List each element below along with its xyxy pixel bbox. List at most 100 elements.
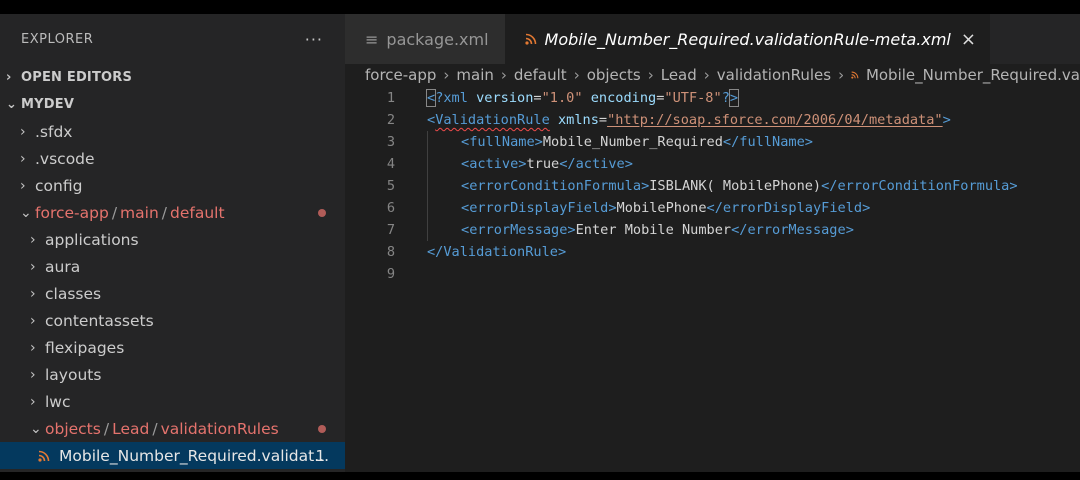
vscode-window: EXPLORER ··· › OPEN EDITORS ⌄ MYDEV › .s… bbox=[0, 14, 1080, 472]
code-line: 9 bbox=[345, 263, 1080, 285]
chevron-right-icon: › bbox=[838, 66, 845, 84]
breadcrumb-item[interactable]: main bbox=[456, 66, 493, 84]
path-part: Lead bbox=[112, 419, 150, 438]
tree-item-label: lwc bbox=[45, 392, 71, 411]
chevron-right-icon: › bbox=[703, 66, 710, 84]
path-part: validationRules bbox=[160, 419, 279, 438]
chevron-right-icon: › bbox=[443, 66, 450, 84]
code-line: 3 <fullName>Mobile_Number_Required</full… bbox=[345, 131, 1080, 153]
tree-item-config[interactable]: › config bbox=[0, 172, 345, 199]
code-line: 1 <?xml version="1.0" encoding="UTF-8"?> bbox=[345, 87, 1080, 109]
tree-item-force-app[interactable]: ⌄ force-app / main / default bbox=[0, 199, 345, 226]
line-number: 4 bbox=[386, 156, 395, 172]
chevron-down-icon: ⌄ bbox=[20, 204, 32, 221]
path-part: objects bbox=[45, 419, 101, 438]
rss-icon bbox=[524, 33, 536, 45]
close-icon[interactable]: × bbox=[961, 29, 976, 50]
tree-item-label: aura bbox=[45, 257, 81, 276]
chevron-right-icon: › bbox=[20, 150, 26, 167]
code-line: 8 </ValidationRule> bbox=[345, 241, 1080, 263]
path-part: default bbox=[170, 203, 225, 222]
path-part: main bbox=[120, 203, 159, 222]
chevron-right-icon: › bbox=[6, 70, 12, 85]
tree-item-label: applications bbox=[45, 230, 139, 249]
line-number: 6 bbox=[386, 200, 395, 216]
tree-item-contentassets[interactable]: › contentassets bbox=[0, 307, 345, 334]
section-label: MYDEV bbox=[21, 97, 75, 112]
lines-icon: ≡ bbox=[365, 29, 379, 49]
chevron-right-icon: › bbox=[500, 66, 507, 84]
tree-item-label: classes bbox=[45, 284, 102, 303]
line-number: 3 bbox=[386, 134, 395, 150]
chevron-right-icon: › bbox=[20, 123, 26, 140]
chevron-right-icon: › bbox=[30, 339, 36, 356]
breadcrumb-item[interactable]: force-app bbox=[365, 66, 436, 84]
tree-item-label: layouts bbox=[45, 365, 102, 384]
tree-item-label: .vscode bbox=[35, 149, 95, 168]
tab-label: Mobile_Number_Required.validationRule-me… bbox=[544, 29, 951, 49]
section-label: OPEN EDITORS bbox=[21, 70, 133, 85]
tree-item-label: .sfdx bbox=[35, 122, 73, 141]
breadcrumb-item[interactable]: Mobile_Number_Required.va bbox=[866, 66, 1080, 84]
error-squiggle: ValidationRule bbox=[435, 112, 550, 128]
chevron-right-icon: › bbox=[30, 231, 36, 248]
section-workspace[interactable]: ⌄ MYDEV bbox=[0, 91, 345, 118]
breadcrumb-item[interactable]: objects bbox=[587, 66, 641, 84]
tree-item-layouts[interactable]: › layouts bbox=[0, 361, 345, 388]
breadcrumb-item[interactable]: default bbox=[514, 66, 567, 84]
rss-icon bbox=[38, 450, 50, 462]
more-actions-icon[interactable]: ··· bbox=[305, 30, 323, 49]
tree-item-applications[interactable]: › applications bbox=[0, 226, 345, 253]
tree-item-label: flexipages bbox=[45, 338, 125, 357]
code-line: 2 <ValidationRule xmlns="http://soap.sfo… bbox=[345, 109, 1080, 131]
tree-item-lwc[interactable]: › lwc bbox=[0, 388, 345, 415]
breadcrumb-item[interactable]: Lead bbox=[661, 66, 697, 84]
tree-item-classes[interactable]: › classes bbox=[0, 280, 345, 307]
tab-label: package.xml bbox=[386, 29, 489, 49]
tree-item-flexipages[interactable]: › flexipages bbox=[0, 334, 345, 361]
explorer-header: EXPLORER ··· bbox=[0, 14, 345, 64]
explorer-sidebar: EXPLORER ··· › OPEN EDITORS ⌄ MYDEV › .s… bbox=[0, 14, 345, 472]
line-number: 9 bbox=[386, 266, 395, 282]
problem-count-badge: 1 bbox=[315, 446, 325, 465]
chevron-right-icon: › bbox=[20, 177, 26, 194]
modified-dot bbox=[318, 209, 326, 217]
tree-item-label: Mobile_Number_Required.validat... bbox=[59, 446, 330, 465]
tree-item-vscode[interactable]: › .vscode bbox=[0, 145, 345, 172]
code-line: 4 <active>true</active> bbox=[345, 153, 1080, 175]
code-editor[interactable]: 1 <?xml version="1.0" encoding="UTF-8"?>… bbox=[345, 87, 1080, 285]
editor-area: ≡ package.xml Mobile_Number_Required.val… bbox=[345, 14, 1080, 472]
line-number: 2 bbox=[386, 112, 395, 128]
explorer-title: EXPLORER bbox=[21, 31, 94, 47]
tab-validation-rule[interactable]: Mobile_Number_Required.validationRule-me… bbox=[504, 14, 990, 64]
chevron-right-icon: › bbox=[30, 285, 36, 302]
chevron-right-icon: › bbox=[573, 66, 580, 84]
line-number: 1 bbox=[386, 90, 395, 106]
line-number: 5 bbox=[386, 178, 395, 194]
breadcrumb: force-app › main › default › objects › Lead ›… bbox=[345, 64, 1080, 86]
line-number: 8 bbox=[386, 244, 395, 260]
rss-icon bbox=[851, 71, 859, 79]
tree-item-label: contentassets bbox=[45, 311, 154, 330]
modified-dot bbox=[318, 425, 326, 433]
breadcrumb-item[interactable]: validationRules bbox=[717, 66, 831, 84]
chevron-right-icon: › bbox=[30, 312, 36, 329]
code-line: 5 <errorConditionFormula>ISBLANK( Mobile… bbox=[345, 175, 1080, 197]
chevron-right-icon: › bbox=[30, 366, 36, 383]
code-line: 7 <errorMessage>Enter Mobile Number</err… bbox=[345, 219, 1080, 241]
tab-package-xml[interactable]: ≡ package.xml bbox=[345, 14, 505, 64]
code-line: 6 <errorDisplayField>MobilePhone</errorD… bbox=[345, 197, 1080, 219]
chevron-right-icon: › bbox=[647, 66, 654, 84]
tree-item-selected-file[interactable]: Mobile_Number_Required.validat... 1 bbox=[0, 442, 345, 469]
tree-item-objects-lead[interactable]: ⌄ objects / Lead / validationRules bbox=[0, 415, 345, 442]
chevron-right-icon: › bbox=[30, 393, 36, 410]
tree-item-label: config bbox=[35, 176, 83, 195]
path-part: force-app bbox=[35, 203, 109, 222]
chevron-right-icon: › bbox=[30, 258, 36, 275]
chevron-down-icon: ⌄ bbox=[6, 97, 18, 112]
section-open-editors[interactable]: › OPEN EDITORS bbox=[0, 64, 345, 91]
tab-bar: ≡ package.xml Mobile_Number_Required.val… bbox=[345, 14, 1080, 64]
tree-item-aura[interactable]: › aura bbox=[0, 253, 345, 280]
line-number: 7 bbox=[386, 222, 395, 238]
tree-item-sfdx[interactable]: › .sfdx bbox=[0, 118, 345, 145]
